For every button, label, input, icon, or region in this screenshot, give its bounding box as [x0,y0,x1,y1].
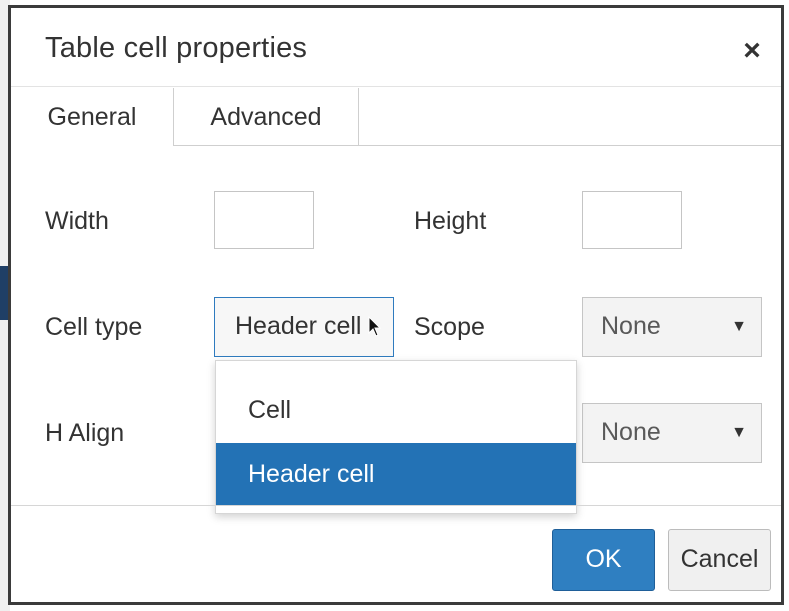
cell-type-selected-value: Header cell [235,312,362,340]
cancel-button[interactable]: Cancel [668,529,771,591]
cell-type-dropdown: Cell Header cell [215,360,577,514]
dialog-title: Table cell properties [45,32,308,64]
scope-select[interactable]: None ▼ [582,297,762,357]
cell-type-select[interactable]: Header cell [214,297,394,357]
table-cell-properties-dialog: Table cell properties × General Advanced… [8,5,784,605]
width-input[interactable] [214,191,314,249]
height-label: Height [414,207,487,235]
dropdown-option-header-cell[interactable]: Header cell [216,443,576,505]
tab-advanced[interactable]: Advanced [174,88,359,146]
tab-general[interactable]: General [11,88,174,146]
height-input[interactable] [582,191,682,249]
footer-divider [11,505,781,506]
close-icon[interactable]: × [735,34,769,68]
scope-label: Scope [414,313,485,341]
chevron-down-icon: ▼ [731,318,747,335]
h-align-select[interactable]: None ▼ [582,403,762,463]
cell-type-label: Cell type [45,313,143,341]
active-tab-indicator [11,145,173,147]
h-align-selected-value: None [601,418,661,446]
ok-button[interactable]: OK [552,529,655,591]
scope-selected-value: None [601,312,661,340]
dropdown-option-cell[interactable]: Cell [216,379,576,441]
h-align-label: H Align [45,419,125,447]
mouse-pointer-icon [368,316,382,337]
width-label: Width [45,207,109,235]
chevron-down-icon: ▼ [731,424,747,441]
